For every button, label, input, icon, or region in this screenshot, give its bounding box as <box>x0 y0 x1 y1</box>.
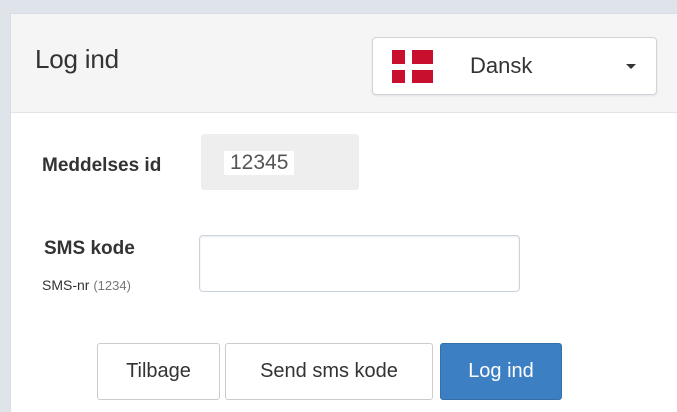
denmark-flag-icon <box>392 50 433 83</box>
sms-number-value: (1234) <box>93 278 131 293</box>
message-id-label: Meddelses id <box>42 155 162 176</box>
send-sms-code-button[interactable]: Send sms kode <box>225 343 433 400</box>
back-button[interactable]: Tilbage <box>97 343 220 400</box>
login-panel: Log ind Dansk Meddelses id 12345 SMS kod… <box>10 13 677 412</box>
chevron-down-icon <box>626 64 636 69</box>
panel-header: Log ind Dansk <box>11 14 677 113</box>
sms-number-label: SMS-nr <box>42 277 90 293</box>
sms-code-label: SMS kode <box>44 238 135 259</box>
language-select[interactable]: Dansk <box>372 37 657 95</box>
sms-code-input[interactable] <box>199 235 520 292</box>
sms-number-hint: SMS-nr (1234) <box>42 277 131 293</box>
message-id-field: 12345 <box>201 134 359 190</box>
message-id-value: 12345 <box>224 151 295 175</box>
login-button[interactable]: Log ind <box>440 343 562 400</box>
page-title: Log ind <box>35 44 119 74</box>
language-selected-label: Dansk <box>470 53 533 78</box>
